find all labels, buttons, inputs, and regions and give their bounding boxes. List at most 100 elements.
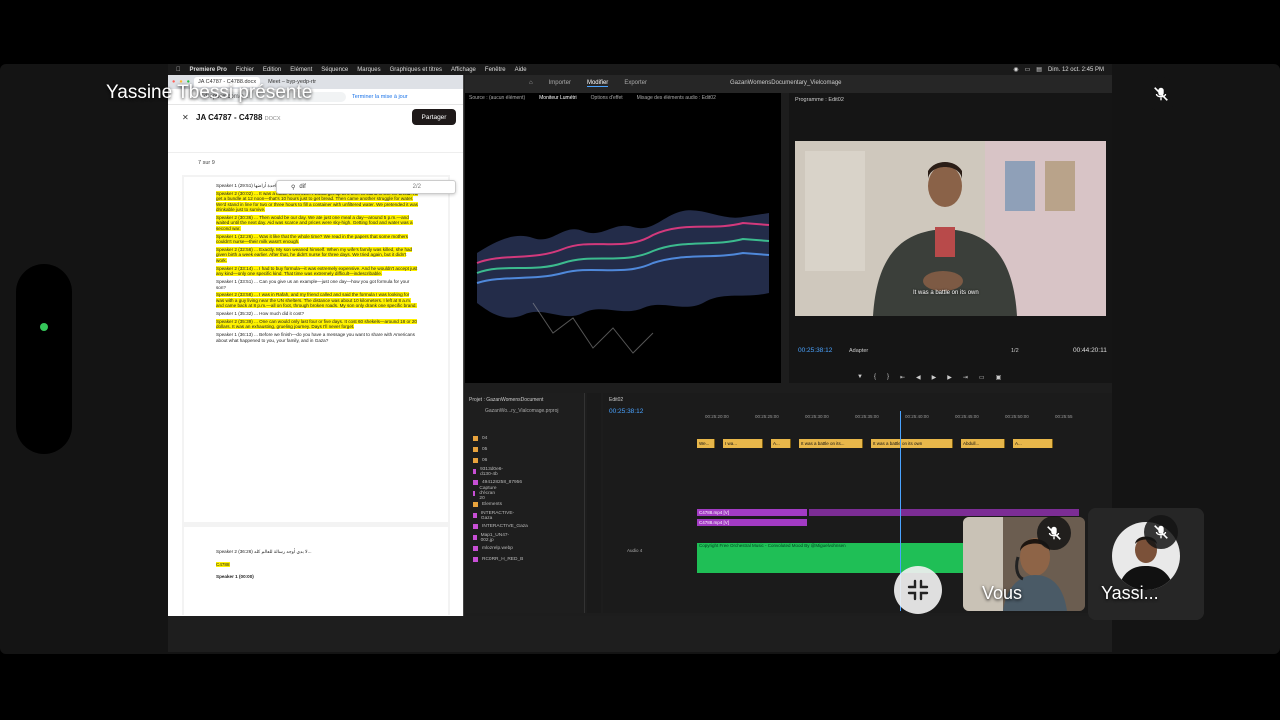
ruler-tick-label: 00:25:40:00 bbox=[905, 414, 929, 419]
project-bin-item[interactable]: mlozrelp.webp bbox=[473, 545, 513, 552]
self-tile-label: Vous bbox=[982, 583, 1023, 603]
find-input[interactable]: dif bbox=[299, 184, 305, 190]
video-clip[interactable]: C4788.mp4 [V] bbox=[697, 509, 807, 516]
project-bin-item[interactable]: Elements bbox=[473, 501, 502, 508]
video-clip[interactable] bbox=[809, 509, 1079, 516]
project-bin-item-name: 494128258_87956 bbox=[482, 480, 523, 485]
project-document-title: GazanWomensDocumentary_Vielcomage bbox=[730, 80, 842, 86]
caption-clip[interactable]: We... bbox=[697, 439, 715, 448]
caption-clip[interactable]: I wa... bbox=[723, 439, 763, 448]
timeline-tab[interactable]: Edit02 bbox=[609, 397, 623, 403]
tab-effect-options[interactable]: Options d'effet bbox=[591, 95, 623, 101]
nav-exporter[interactable]: Exporter bbox=[624, 80, 647, 87]
meet-stage:  Premiere Pro Fichier Edition Elément S… bbox=[0, 0, 1280, 720]
transcript-text: Speaker 2 (32:56) ... Exactly. My son we… bbox=[216, 247, 413, 263]
project-bin-item-name: 9313d0e6-d130-4b bbox=[480, 466, 504, 477]
transport-controls: ▼ { } ⇤ ◀ ▶ ▶ ⇥ ▭ ▣ bbox=[857, 374, 1001, 381]
transcript-text: Speaker 2 (35:39) ... One can would only… bbox=[216, 319, 417, 330]
go-to-out-icon[interactable]: ⇥ bbox=[963, 374, 968, 381]
ruler-tick-label: 00:25:45:00 bbox=[955, 414, 979, 419]
caption-clip[interactable]: A... bbox=[1013, 439, 1053, 448]
nav-modifier[interactable]: Modifier bbox=[586, 80, 609, 87]
transcript-text: Speaker 2 (33:14) ... I had to buy formu… bbox=[216, 265, 418, 277]
menu-edition[interactable]: Edition bbox=[263, 67, 281, 73]
menu-fenetre[interactable]: Fenêtre bbox=[485, 67, 506, 73]
transcript-paragraph: Speaker 2 (32:56) ... Exactly. My son we… bbox=[216, 247, 418, 263]
project-bin-item[interactable]: Capture d'écran 20 bbox=[473, 486, 499, 501]
project-bin-item-name: RC0RR_H_RED_B bbox=[482, 557, 524, 562]
project-bin-item[interactable]: 9313d0e6-d130-4b bbox=[473, 466, 505, 477]
home-icon[interactable]: ⌂ bbox=[529, 80, 533, 87]
menu-marques[interactable]: Marques bbox=[357, 67, 380, 73]
tab-lumetri[interactable]: Moniteur Lumétri bbox=[539, 95, 577, 101]
menu-app-name[interactable]: Premiere Pro bbox=[190, 67, 227, 73]
speaking-indicator bbox=[40, 323, 48, 331]
play-icon[interactable]: ▶ bbox=[932, 374, 937, 381]
project-bin-item-name: INTERACTIVE-Gaza bbox=[480, 510, 515, 521]
project-bin-item-name: Capture d'écran 20 bbox=[479, 486, 497, 501]
ruler-tick-label: 00:25:25:00 bbox=[755, 414, 779, 419]
label-color-swatch bbox=[473, 557, 478, 562]
menu-affichage[interactable]: Affichage bbox=[451, 67, 476, 73]
audio-track-label: Audio 4 bbox=[627, 548, 643, 553]
mac-menubar:  Premiere Pro Fichier Edition Elément S… bbox=[168, 64, 1112, 75]
marker-icon[interactable]: ▼ bbox=[857, 374, 863, 381]
tab-audio-mixer[interactable]: Mixage des éléments audio : Edit02 bbox=[637, 95, 716, 101]
project-bin-item-name: Elements bbox=[482, 502, 502, 507]
nav-importer[interactable]: Importer bbox=[549, 80, 571, 87]
transcript-text: Speaker 1 (32:26) ... Was it like that t… bbox=[216, 233, 409, 245]
menu-element[interactable]: Elément bbox=[290, 67, 312, 73]
timeline-timecode[interactable]: 00:25:38:12 bbox=[609, 408, 643, 415]
project-bin-item[interactable]: 04 bbox=[473, 435, 487, 442]
share-button[interactable]: Partager bbox=[412, 109, 456, 125]
control-center-icon[interactable]: ▤ bbox=[1036, 66, 1042, 73]
caption-clip[interactable]: Abdull... bbox=[961, 439, 1005, 448]
menu-fichier[interactable]: Fichier bbox=[236, 67, 254, 73]
menu-aide[interactable]: Aide bbox=[515, 67, 527, 73]
project-bin-item[interactable]: 05 bbox=[473, 446, 487, 453]
in-point-icon[interactable]: { bbox=[874, 374, 876, 381]
step-forward-icon[interactable]: ▶ bbox=[947, 374, 952, 381]
collapse-fullscreen-button[interactable] bbox=[894, 566, 942, 614]
menubar-clock[interactable]: Dim. 12 oct. 2:45 PM bbox=[1048, 67, 1104, 73]
out-point-icon[interactable]: } bbox=[887, 374, 889, 381]
project-bin-item[interactable]: 06 bbox=[473, 457, 487, 464]
caption-clip[interactable]: A... bbox=[771, 439, 791, 448]
wifi-icon[interactable]: ◉ bbox=[1013, 66, 1018, 73]
doc-line: Speaker 2 (36:26) لا بدي أوجه رسالة للعا… bbox=[216, 549, 312, 554]
label-color-swatch bbox=[473, 535, 477, 540]
tools-panel bbox=[587, 393, 601, 613]
doc-highlight: C4788 bbox=[216, 562, 230, 568]
project-bin-item[interactable]: INTERACTIVE_Gaza bbox=[473, 523, 528, 530]
project-bin-item[interactable]: 494128258_87956 bbox=[473, 479, 522, 486]
lift-icon[interactable]: ▭ bbox=[979, 374, 985, 381]
project-bin-item[interactable]: INTERACTIVE-Gaza bbox=[473, 510, 515, 521]
find-bar[interactable]: ⚲ dif 2/2 bbox=[276, 180, 456, 194]
video-clip[interactable]: C4788.mp4 [V] bbox=[697, 519, 807, 526]
project-bin-item-name: 04 bbox=[482, 436, 488, 441]
project-panel-title[interactable]: Projet : GazanWomensDocument bbox=[469, 397, 543, 403]
caption-clip[interactable]: It was a battle on its own bbox=[871, 439, 953, 448]
go-to-in-icon[interactable]: ⇤ bbox=[900, 374, 905, 381]
finish-update-button[interactable]: Terminer la mise à jour bbox=[352, 94, 408, 100]
caption-clip[interactable]: It was a battle on its... bbox=[799, 439, 863, 448]
close-icon[interactable]: ✕ bbox=[182, 113, 189, 122]
tab-source[interactable]: Source : (aucun élément) bbox=[469, 95, 525, 101]
resolution-select[interactable]: 1/2 bbox=[1011, 348, 1019, 354]
menu-sequence[interactable]: Séquence bbox=[321, 67, 348, 73]
transcript-paragraph: Speaker 2 (33:14) ... I had to buy formu… bbox=[216, 265, 418, 277]
doc-page: Speaker 1 (29:51) كل واحدة أراضها — you … bbox=[184, 177, 448, 522]
project-bin-item[interactable]: RC0RR_H_RED_B bbox=[473, 556, 523, 563]
zoom-fit-select[interactable]: Adapter bbox=[849, 348, 868, 354]
project-bin-item[interactable]: Map1_UN47-002.jp bbox=[473, 533, 511, 543]
step-back-icon[interactable]: ◀ bbox=[916, 374, 921, 381]
ruler-tick-label: 00:25:50:00 bbox=[1005, 414, 1029, 419]
transcript-paragraph: Speaker 2 (35:39) ... One can would only… bbox=[216, 319, 418, 330]
export-frame-icon[interactable]: ▣ bbox=[996, 374, 1002, 381]
program-timecode[interactable]: 00:25:38:12 bbox=[798, 347, 832, 354]
apple-menu-icon[interactable]:  bbox=[176, 67, 181, 73]
label-color-swatch bbox=[473, 513, 477, 518]
transcript-text: Speaker 1 (33:51) ... Can you give us an… bbox=[216, 279, 410, 290]
battery-icon[interactable]: ▭ bbox=[1025, 66, 1031, 73]
menu-graphiques[interactable]: Graphiques et titres bbox=[390, 67, 442, 73]
